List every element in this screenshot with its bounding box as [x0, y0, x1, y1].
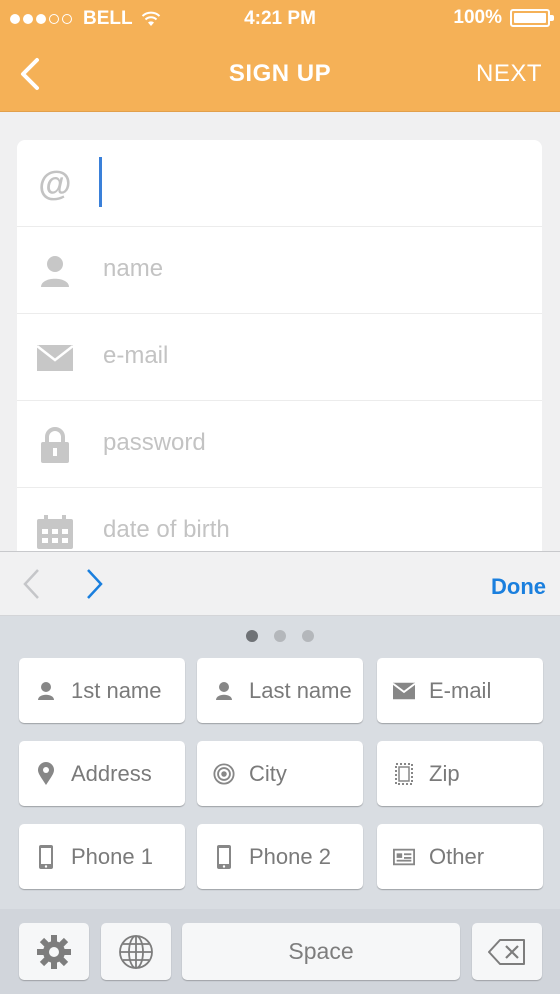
card-icon — [393, 846, 415, 868]
key-label: Last name — [249, 677, 352, 703]
status-bar: BELL 4:21 PM 100% — [0, 0, 560, 40]
signup-form: @ name e-mail password date of birth — [17, 140, 542, 551]
date-of-birth-field[interactable]: date of birth — [17, 488, 542, 551]
target-icon — [213, 762, 235, 785]
previous-field-button[interactable] — [20, 568, 42, 605]
calendar-icon — [35, 512, 75, 551]
key-label: E-mail — [429, 677, 492, 703]
key-label: Zip — [429, 760, 460, 786]
key-phone-1[interactable]: Phone 1 — [19, 824, 185, 889]
keyboard-accessory-bar: Done — [0, 551, 560, 616]
next-field-button[interactable] — [84, 568, 106, 605]
key-email[interactable]: E-mail — [377, 658, 543, 723]
page-dot[interactable] — [246, 630, 258, 642]
done-button[interactable]: Done — [491, 574, 546, 600]
custom-keyboard: 1st name Last name E-mail Address City Z… — [0, 616, 560, 994]
chevron-left-icon — [23, 569, 39, 599]
battery-percent: 100% — [453, 7, 502, 28]
battery-fill — [514, 13, 546, 23]
key-label: Address — [71, 760, 152, 786]
email-field[interactable]: e-mail — [17, 314, 542, 401]
lock-icon — [35, 425, 75, 465]
key-address[interactable]: Address — [19, 741, 185, 806]
space-key[interactable]: Space — [182, 923, 460, 980]
gear-icon — [37, 934, 71, 969]
key-label: Phone 1 — [71, 843, 153, 869]
page-indicator — [0, 630, 560, 642]
password-placeholder: password — [103, 429, 206, 456]
key-label: 1st name — [71, 677, 162, 703]
at-icon: @ — [38, 165, 72, 203]
map-pin-icon — [35, 761, 57, 785]
globe-key[interactable] — [101, 923, 171, 980]
chevron-right-icon — [87, 569, 103, 599]
email-placeholder: e-mail — [103, 342, 169, 369]
key-phone-2[interactable]: Phone 2 — [197, 824, 363, 889]
key-last-name[interactable]: Last name — [197, 658, 363, 723]
text-caret — [99, 157, 102, 207]
date-of-birth-placeholder: date of birth — [103, 516, 230, 543]
key-first-name[interactable]: 1st name — [19, 658, 185, 723]
page-dot[interactable] — [302, 630, 314, 642]
navigation-bar: SIGN UP NEXT — [0, 40, 560, 110]
name-field[interactable]: name — [17, 227, 542, 314]
key-other[interactable]: Other — [377, 824, 543, 889]
next-button[interactable]: NEXT — [476, 60, 542, 88]
envelope-icon — [393, 680, 415, 702]
key-label: Other — [429, 843, 485, 869]
password-field[interactable]: password — [17, 401, 542, 488]
key-label: City — [249, 760, 287, 786]
settings-key[interactable] — [19, 923, 89, 980]
phone-icon — [213, 844, 235, 869]
person-icon — [213, 680, 235, 702]
key-zip[interactable]: Zip — [377, 741, 543, 806]
globe-icon — [119, 934, 153, 969]
delete-key[interactable] — [472, 923, 542, 980]
envelope-icon — [35, 338, 75, 378]
header-bar: BELL 4:21 PM 100% SIGN UP NEXT — [0, 0, 560, 112]
name-placeholder: name — [103, 255, 164, 282]
backspace-icon — [488, 938, 525, 965]
page-dot[interactable] — [274, 630, 286, 642]
key-label: Phone 2 — [249, 843, 331, 869]
person-icon — [35, 680, 57, 702]
person-icon — [35, 251, 75, 291]
at-field[interactable]: @ — [17, 140, 542, 227]
stamp-icon — [393, 762, 415, 785]
battery-icon — [510, 9, 554, 27]
phone-icon — [35, 844, 57, 869]
key-city[interactable]: City — [197, 741, 363, 806]
